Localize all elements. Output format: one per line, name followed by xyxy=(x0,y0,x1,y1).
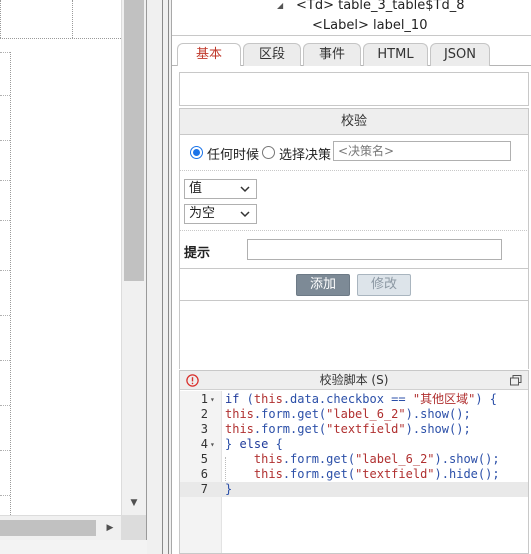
validation-list xyxy=(179,301,529,369)
canvas-guide-line xyxy=(10,52,11,515)
canvas-cell-mark xyxy=(0,270,10,271)
canvas-guide-line xyxy=(72,0,73,38)
canvas-cell-mark xyxy=(0,180,10,181)
validation-actions: 添加 修改 xyxy=(179,269,529,301)
vertical-scroll-thumb[interactable] xyxy=(124,0,144,281)
canvas-cell-mark xyxy=(0,405,10,406)
canvas-cell-mark xyxy=(0,140,10,141)
canvas-cell-mark xyxy=(0,315,10,316)
error-icon[interactable] xyxy=(186,374,199,387)
chevron-down-icon xyxy=(240,186,250,193)
validation-section-title: 校验 xyxy=(179,108,529,135)
hint-row: 提示 xyxy=(179,231,529,269)
horizontal-scroll-thumb[interactable] xyxy=(0,520,96,536)
policy-name-input[interactable]: <决策名> xyxy=(333,141,511,161)
validation-condition-area: 值 为空 xyxy=(179,171,529,231)
tree-node-td[interactable]: <Td> table_3_table$Td_8 xyxy=(296,0,464,15)
code-line[interactable]: 4 ▾ } else { xyxy=(180,437,528,452)
code-line[interactable]: 2 this.form.get("label_6_2").show(); xyxy=(180,407,528,422)
design-canvas-pane: ▼ ▶ xyxy=(0,0,147,554)
fold-toggle-icon[interactable]: ▾ xyxy=(210,437,220,452)
canvas-cell-mark xyxy=(0,52,10,53)
pane-splitter[interactable] xyxy=(147,0,171,554)
line-number: 5 xyxy=(200,452,208,466)
property-panel: ◢ <Td> table_3_table$Td_8 <Label> label_… xyxy=(171,0,531,554)
line-number: 7 xyxy=(200,482,208,496)
code-text: this.form.get("textfield").hide(); xyxy=(253,467,500,481)
code-text: this.form.get("textfield").show(); xyxy=(225,422,471,436)
hint-label: 提示 xyxy=(184,246,211,261)
code-area[interactable]: 1 ▾ if (this.data.checkbox == "其他区域") {2th… xyxy=(180,391,528,553)
radio-anytime[interactable] xyxy=(190,146,203,159)
value-select[interactable]: 值 xyxy=(184,179,257,199)
code-text: } xyxy=(225,482,233,496)
line-number: 4 xyxy=(200,437,208,451)
canvas-guide-line xyxy=(0,0,1,38)
vertical-scrollbar[interactable]: ▼ xyxy=(121,0,146,515)
property-tabs: 基本 区段 事件 HTML JSON xyxy=(172,40,531,67)
hint-input[interactable] xyxy=(247,239,502,260)
code-line[interactable]: 6 this.form.get("textfield").hide(); xyxy=(180,467,528,482)
condition-select[interactable]: 为空 xyxy=(184,204,257,224)
chevron-down-icon xyxy=(240,211,250,218)
code-line[interactable]: 5 this.form.get("label_6_2").show(); xyxy=(180,452,528,467)
canvas-guide-line xyxy=(0,38,121,39)
top-property-box xyxy=(179,72,529,106)
script-editor-title: 校验脚本 (S) xyxy=(319,373,389,387)
validation-script-editor: 校验脚本 (S) 1 ▾ if (this.data.checkbox == "其他… xyxy=(179,370,529,554)
canvas-cell-mark xyxy=(0,495,10,496)
value-select-text: 值 xyxy=(189,181,203,196)
canvas-cell-mark xyxy=(0,95,10,96)
fold-toggle-icon[interactable]: ▾ xyxy=(210,392,220,407)
canvas-status-strip xyxy=(0,540,147,554)
radio-select-policy[interactable] xyxy=(262,146,275,159)
canvas-cell-mark xyxy=(0,220,10,221)
code-text: this.form.get("label_6_2").show(); xyxy=(253,452,500,466)
line-number: 6 xyxy=(200,467,208,481)
radio-anytime-label[interactable]: 任何时候 xyxy=(207,144,259,163)
scrollbar-corner xyxy=(121,515,146,540)
code-line[interactable]: 3 this.form.get("textfield").show(); xyxy=(180,422,528,437)
tab-section[interactable]: 区段 xyxy=(243,43,301,66)
horizontal-scrollbar[interactable]: ▶ xyxy=(0,515,121,540)
line-number: 3 xyxy=(200,422,208,436)
scroll-down-arrow-icon[interactable]: ▼ xyxy=(127,497,141,509)
line-number: 2 xyxy=(200,407,208,421)
code-text: } else { xyxy=(225,437,283,451)
script-editor-header: 校验脚本 (S) xyxy=(180,371,528,390)
code-line[interactable]: 7} xyxy=(180,482,528,497)
add-button[interactable]: 添加 xyxy=(296,274,350,296)
code-text: if (this.data.checkbox == "其他区域") { xyxy=(225,392,497,406)
tab-html[interactable]: HTML xyxy=(363,43,428,66)
tree-node-label[interactable]: <Label> label_10 xyxy=(312,17,427,35)
code-text: this.form.get("label_6_2").show(); xyxy=(225,407,471,421)
basic-properties: 校验 任何时候 选择决策 <决策名> 值 为空 提示 添加 修改 校验脚本 (S… xyxy=(172,66,531,554)
canvas-cell-mark xyxy=(0,450,10,451)
scroll-right-arrow-icon[interactable]: ▶ xyxy=(104,521,116,535)
canvas-cell-mark xyxy=(0,360,10,361)
validation-trigger-row: 任何时候 选择决策 <决策名> xyxy=(179,135,529,171)
splitter-line xyxy=(168,0,169,554)
condition-select-text: 为空 xyxy=(189,206,216,221)
tab-json[interactable]: JSON xyxy=(430,43,490,66)
code-line[interactable]: 1 ▾ if (this.data.checkbox == "其他区域") { xyxy=(180,392,528,407)
tab-events[interactable]: 事件 xyxy=(303,43,361,66)
design-canvas[interactable] xyxy=(0,0,121,515)
radio-select-policy-label[interactable]: 选择决策 xyxy=(279,144,331,163)
line-number: 1 xyxy=(200,392,208,406)
tree-expanded-caret-icon[interactable]: ◢ xyxy=(277,0,287,15)
tab-basic[interactable]: 基本 xyxy=(177,43,241,67)
restore-window-icon[interactable] xyxy=(510,375,522,386)
edit-button[interactable]: 修改 xyxy=(357,274,411,296)
component-tree: ◢ <Td> table_3_table$Td_8 <Label> label_… xyxy=(172,0,531,36)
splitter-line xyxy=(162,0,163,554)
